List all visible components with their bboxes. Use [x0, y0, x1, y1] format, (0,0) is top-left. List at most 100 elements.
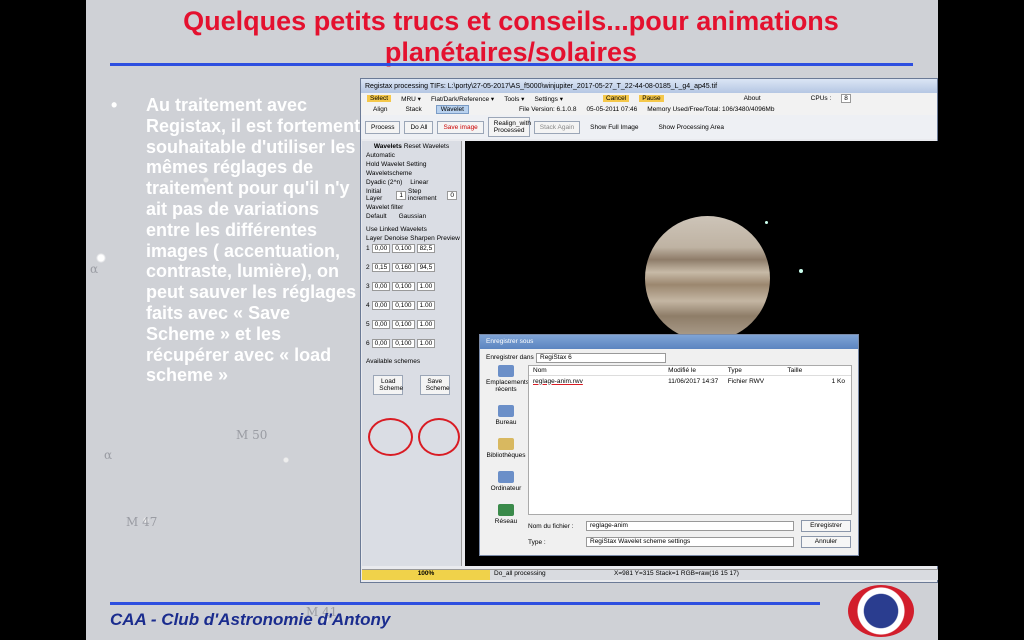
status-task: Do_all processing	[494, 570, 546, 577]
automatic-check[interactable]: Automatic	[366, 152, 457, 159]
computer-icon	[498, 471, 514, 483]
col-denoise: Denoise	[384, 235, 409, 242]
layer-row[interactable]: 3 0,00 0,100 1.00	[366, 282, 457, 291]
layer-d-value[interactable]: 0,00	[371, 339, 391, 348]
process-button[interactable]: Process	[365, 120, 401, 134]
layer-s-value[interactable]: 0,160	[392, 263, 415, 272]
menu-settings[interactable]: Settings ▾	[534, 95, 563, 103]
linear-radio[interactable]: Linear	[410, 179, 428, 186]
file-type: Fichier RWV	[727, 377, 765, 385]
layer-s-value[interactable]: 0,100	[392, 320, 415, 329]
layer-d-value[interactable]: 0,00	[371, 320, 391, 329]
layer-d-value[interactable]: 0,00	[371, 301, 391, 310]
layer-row[interactable]: 5 0,00 0,100 1.00	[366, 320, 457, 329]
gaussian-radio[interactable]: Gaussian	[399, 213, 426, 220]
file-modified: 11/06/2017 14:37	[668, 377, 719, 385]
layer-d-value[interactable]: 0,15	[371, 263, 391, 272]
filename-row: Nom du fichier : reglage-anim	[528, 521, 794, 531]
cpus-label: CPUs :	[810, 95, 832, 102]
available-schemes-label: Available schemes	[366, 358, 421, 365]
menu-mru[interactable]: MRU ▾	[401, 95, 421, 103]
slide-title: Quelques petits trucs et conseils...pour…	[183, 6, 839, 67]
place-recent[interactable]: Emplacements récents	[486, 365, 529, 393]
layer-s-value[interactable]: 0,100	[392, 339, 415, 348]
menu-tools[interactable]: Tools ▾	[504, 95, 524, 103]
stack-again-button[interactable]: Stack Again	[533, 120, 581, 134]
col-sharpen: Sharpen	[410, 235, 435, 242]
wavelet-panel: Wavelets Reset Wavelets Automatic Hold W…	[362, 141, 462, 566]
tab-wavelets[interactable]: Wavelets	[374, 143, 402, 150]
col-preview: Preview	[436, 235, 460, 242]
col-modified[interactable]: Modifié le	[668, 367, 728, 374]
layer-row[interactable]: 2 0,15 0,160 94,5	[366, 263, 457, 272]
layer-d-value[interactable]: 0,00	[371, 282, 391, 291]
layer-header: Layer Denoise Sharpen Preview	[366, 235, 460, 242]
save-button[interactable]: Enregistrer	[801, 520, 851, 532]
hold-check[interactable]: Hold Wavelet Setting	[366, 161, 457, 168]
place-computer[interactable]: Ordinateur	[486, 471, 526, 492]
title-rule	[110, 63, 913, 66]
layer-s-value[interactable]: 0,100	[392, 301, 415, 310]
layer-d-value[interactable]: 0,00	[371, 244, 391, 253]
layer-p-value[interactable]: 1.00	[416, 301, 436, 310]
menu-select[interactable]: Select	[367, 95, 392, 102]
cancel-dialog-button[interactable]: Annuler	[801, 536, 851, 548]
initial-layer-label: Initial Layer	[366, 188, 383, 202]
dyadic-radio[interactable]: Dyadic (2^n)	[366, 179, 402, 186]
cancel-button[interactable]: Cancel	[603, 95, 630, 102]
layer-s-value[interactable]: 0,100	[392, 244, 415, 253]
bullet-item: • Au traitement avec Registax, il est fo…	[111, 95, 361, 386]
menu-about[interactable]: About	[744, 95, 761, 102]
slide: α α M 50 M 47 M 41 Quelques petits trucs…	[86, 0, 938, 640]
layer-p-value[interactable]: 94,5	[416, 263, 436, 272]
status-bar: 100% Do_all processing X=981 Y=315 Stack…	[362, 569, 938, 580]
show-processing-area-check[interactable]: Show Processing Area	[659, 124, 724, 131]
file-row[interactable]: reglage-anim.rwv 11/06/2017 14:37 Fichie…	[529, 376, 851, 386]
layer-p-value[interactable]: 82,5	[416, 244, 436, 253]
tab-stack[interactable]: Stack	[401, 106, 425, 113]
sky-label: α	[104, 448, 113, 462]
layer-s-value[interactable]: 0,100	[392, 282, 415, 291]
layer-row[interactable]: 6 0,00 0,100 1.00	[366, 339, 457, 348]
file-size: 1 Ko	[831, 377, 846, 385]
filename-input[interactable]: reglage-anim	[586, 521, 794, 531]
pause-button[interactable]: Pause	[639, 95, 664, 102]
filename-label: Nom du fichier :	[528, 522, 574, 530]
place-network[interactable]: Réseau	[486, 504, 526, 525]
step-increment-input[interactable]: 0	[447, 190, 457, 200]
save-in-select[interactable]: RegiStax 6	[536, 353, 666, 363]
progress-bar: 100%	[362, 570, 490, 580]
place-desktop[interactable]: Bureau	[486, 405, 526, 426]
initial-layer-input[interactable]: 1	[396, 190, 407, 200]
layer-p-value[interactable]: 1.00	[416, 320, 436, 329]
show-full-image-check[interactable]: Show Full Image	[590, 124, 638, 131]
scheme-buttons: Load Scheme Save Scheme	[366, 375, 457, 395]
layer-row[interactable]: 4 0,00 0,100 1.00	[366, 301, 457, 310]
save-scheme-button[interactable]: Save Scheme	[419, 375, 450, 395]
col-type[interactable]: Type	[728, 367, 788, 374]
memory-info: Memory Used/Free/Total: 106/3480/4096Mb	[647, 106, 775, 113]
col-size[interactable]: Taille	[787, 367, 851, 374]
cpus-select[interactable]: 8	[841, 94, 851, 103]
tab-align[interactable]: Align	[369, 106, 391, 113]
default-radio[interactable]: Default	[366, 213, 387, 220]
menu-flat[interactable]: Flat/Dark/Reference ▾	[431, 95, 494, 103]
do-all-button[interactable]: Do All	[404, 120, 434, 134]
linked-wavelets-check[interactable]: Use Linked Wavelets	[366, 226, 457, 233]
file-name: reglage-anim.rwv	[533, 377, 583, 385]
reset-wavelets-button[interactable]: Reset Wavelets	[404, 143, 449, 150]
layer-row[interactable]: 1 0,00 0,100 82,5	[366, 244, 457, 253]
layer-p-value[interactable]: 1.00	[416, 282, 436, 291]
col-name[interactable]: Nom	[529, 367, 668, 374]
places-bar: Emplacements récents Bureau Bibliothèque…	[486, 365, 529, 537]
type-row: Type : RegiStax Wavelet scheme settings	[528, 537, 794, 547]
layer-n-value: 6	[366, 340, 370, 347]
tab-wavelet[interactable]: Wavelet	[435, 105, 469, 114]
layer-p-value[interactable]: 1.00	[416, 339, 436, 348]
realign-button[interactable]: Realign_with Processed	[487, 117, 531, 137]
file-list: Nom Modifié le Type Taille reglage-anim.…	[528, 365, 852, 515]
load-scheme-button[interactable]: Load Scheme	[373, 375, 404, 395]
type-select[interactable]: RegiStax Wavelet scheme settings	[586, 537, 794, 547]
save-image-button[interactable]: Save image	[437, 120, 484, 134]
place-libraries[interactable]: Bibliothèques	[486, 438, 526, 459]
